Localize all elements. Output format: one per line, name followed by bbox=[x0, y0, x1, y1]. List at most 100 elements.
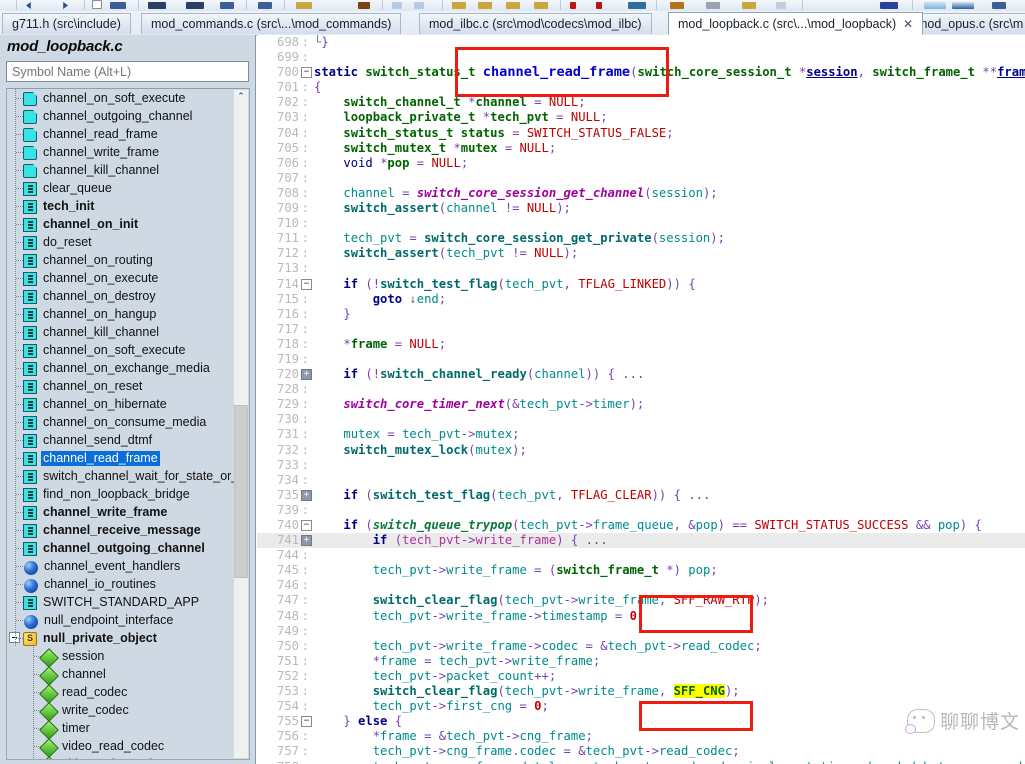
code-line[interactable]: 740− if (switch_queue_trypop(tech_pvt->f… bbox=[257, 518, 1025, 533]
symbol-item-video-read-codec[interactable]: video_read_codec bbox=[7, 737, 235, 758]
code-line[interactable]: 750: tech_pvt->write_frame->codec = &tec… bbox=[257, 639, 1025, 654]
code-line[interactable]: 751: *frame = tech_pvt->write_frame; bbox=[257, 654, 1025, 669]
fold-toggle-plus[interactable]: + bbox=[301, 535, 312, 547]
symbol-item-read-codec[interactable]: read_codec bbox=[7, 683, 235, 704]
symbol-item-null-private-object[interactable]: Snull_private_object bbox=[7, 629, 235, 647]
symbol-item-null-endpoint-interface[interactable]: null_endpoint_interface bbox=[7, 611, 235, 629]
symbol-item-channel-kill-channel[interactable]: channel_kill_channel bbox=[7, 323, 235, 341]
symbol-item-channel-read-frame[interactable]: channel_read_frame bbox=[7, 125, 235, 143]
symbol-tree-list[interactable]: channel_on_soft_execute channel_outgoing_… bbox=[7, 89, 245, 759]
redo-icon[interactable] bbox=[392, 2, 402, 9]
symbol-item-tech-init[interactable]: tech_init bbox=[7, 197, 235, 215]
symbol-item-channel-on-reset[interactable]: channel_on_reset bbox=[7, 377, 235, 395]
symbol-window-icon[interactable] bbox=[742, 2, 756, 9]
code-lines[interactable]: 698: └} 699:700− static switch_status_t cha… bbox=[257, 35, 1025, 764]
tab-g711-h[interactable]: g711.h (src\include) bbox=[2, 13, 131, 34]
bookmark-icon[interactable] bbox=[452, 2, 466, 9]
code-line[interactable]: 713: bbox=[257, 261, 1025, 276]
find-icon[interactable] bbox=[628, 2, 646, 9]
code-line[interactable]: 715: goto ↓end; bbox=[257, 292, 1025, 307]
symbol-tree-scrollbar[interactable]: ⌃ bbox=[234, 90, 248, 758]
code-line[interactable]: 718: *frame = NULL; bbox=[257, 337, 1025, 352]
code-line[interactable]: 709: switch_assert(channel != NULL); bbox=[257, 201, 1025, 216]
tab-mod-opus-c[interactable]: mod_opus.c (src\m bbox=[907, 13, 1025, 34]
replace-icon[interactable] bbox=[670, 2, 684, 9]
bookmark-next-icon[interactable] bbox=[478, 2, 492, 9]
folder-icon[interactable] bbox=[296, 2, 312, 9]
code-line[interactable]: 700− static switch_status_t channel_read_… bbox=[257, 65, 1025, 80]
symbol-item-write-codec[interactable]: write_codec bbox=[7, 701, 235, 722]
code-line[interactable]: 710: bbox=[257, 216, 1025, 231]
symbol-item-channel-on-destroy[interactable]: channel_on_destroy bbox=[7, 287, 235, 305]
code-line[interactable]: 698: └} bbox=[257, 35, 1025, 50]
file-tab-bar[interactable]: g711.h (src\include) mod_commands.c (src… bbox=[0, 11, 1025, 36]
code-line[interactable]: 735 + if (switch_test_flag(tech_pvt, TFLA… bbox=[257, 488, 1025, 503]
code-line[interactable]: 714− if (!switch_test_flag(tech_pvt, TFL… bbox=[257, 277, 1025, 292]
code-line[interactable]: 708: channel = switch_core_session_get_c… bbox=[257, 186, 1025, 201]
fold-toggle-minus[interactable]: − bbox=[301, 67, 312, 79]
tab-mod-loopback-c[interactable]: mod_loopback.c (src\...\mod_loopback) ✕ bbox=[668, 12, 924, 35]
symbol-item-channel-on-consume-media[interactable]: channel_on_consume_media bbox=[7, 413, 235, 431]
indent-icon[interactable] bbox=[414, 2, 424, 9]
compare-icon[interactable] bbox=[952, 2, 974, 9]
code-line[interactable]: 728: bbox=[257, 382, 1025, 397]
symbol-item-channel-on-hangup[interactable]: channel_on_hangup bbox=[7, 305, 235, 323]
symbol-item-channel-on-soft-execute[interactable]: channel_on_soft_execute bbox=[7, 89, 235, 107]
help-icon[interactable] bbox=[992, 2, 1006, 9]
code-line[interactable]: 734: bbox=[257, 473, 1025, 488]
symbol-item-channel-outgoing-channel[interactable]: channel_outgoing_channel bbox=[7, 107, 235, 125]
symbol-item-channel-outgoing-channel[interactable]: channel_outgoing_channel bbox=[7, 539, 235, 557]
forward-arrow-icon[interactable] bbox=[63, 2, 68, 9]
symbol-item-channel-write-frame[interactable]: channel_write_frame bbox=[7, 503, 235, 521]
new-file-icon[interactable] bbox=[92, 0, 102, 9]
code-line[interactable]: 745: tech_pvt->write_frame = (switch_fra… bbox=[257, 563, 1025, 578]
symbol-item-channel-receive-message[interactable]: channel_receive_message bbox=[7, 521, 235, 539]
code-line[interactable]: 719: bbox=[257, 352, 1025, 367]
symbol-item-channel-kill-channel[interactable]: channel_kill_channel bbox=[7, 161, 235, 179]
symbol-item-timer[interactable]: timer bbox=[7, 719, 235, 740]
code-line[interactable]: 744: bbox=[257, 548, 1025, 563]
symbol-item-channel-on-routing[interactable]: channel_on_routing bbox=[7, 251, 235, 269]
tab-mod-commands-c[interactable]: mod_commands.c (src\...\mod_commands) bbox=[141, 13, 402, 34]
code-line[interactable]: 749: bbox=[257, 624, 1025, 639]
code-line[interactable]: 717: bbox=[257, 322, 1025, 337]
zoom-icon[interactable] bbox=[776, 2, 786, 9]
code-line[interactable]: 707: bbox=[257, 171, 1025, 186]
symbol-item-channel-on-hibernate[interactable]: channel_on_hibernate bbox=[7, 395, 235, 413]
code-line[interactable]: 704: switch_status_t status = SWITCH_STA… bbox=[257, 126, 1025, 141]
search-prev-icon[interactable] bbox=[596, 2, 602, 9]
symbol-item-channel-on-execute[interactable]: channel_on_execute bbox=[7, 269, 235, 287]
save-icon[interactable] bbox=[148, 2, 166, 9]
symbol-item-channel-write-frame[interactable]: channel_write_frame bbox=[7, 143, 235, 161]
code-line[interactable]: 741 + if (tech_pvt->write_frame) { ... bbox=[257, 533, 1025, 549]
symbol-item-switch-channel-wait-for-state-or-g[interactable]: switch_channel_wait_for_state_or_g bbox=[7, 467, 245, 485]
symbol-item-session[interactable]: session bbox=[7, 647, 235, 668]
cut-icon[interactable] bbox=[258, 2, 272, 9]
code-line[interactable]: 752: tech_pvt->packet_count++; bbox=[257, 669, 1025, 684]
symbol-item-switch-standard-app[interactable]: SWITCH_STANDARD_APP bbox=[7, 593, 235, 611]
code-line[interactable]: 730: bbox=[257, 412, 1025, 427]
fold-toggle-minus[interactable]: − bbox=[301, 716, 312, 728]
symbol-item-channel-event-handlers[interactable]: channel_event_handlers bbox=[7, 557, 235, 575]
fold-toggle-minus[interactable]: − bbox=[301, 278, 312, 290]
code-line[interactable]: 720 + if (!switch_channel_ready(channel))… bbox=[257, 367, 1025, 382]
symbol-name-input[interactable] bbox=[6, 61, 249, 82]
highlight-word-icon[interactable] bbox=[924, 2, 946, 9]
symbol-item-channel-read-frame[interactable]: channel_read_frame bbox=[7, 449, 235, 467]
open-file-icon[interactable] bbox=[110, 2, 126, 9]
print-icon[interactable] bbox=[220, 2, 234, 9]
symbol-item-channel[interactable]: channel bbox=[7, 665, 235, 686]
code-line[interactable]: 706: void *pop = NULL; bbox=[257, 156, 1025, 171]
code-line[interactable]: 758: tech_pvt->cng_frame.datalen = tech_… bbox=[257, 760, 1025, 764]
symbol-item-channel-on-exchange-media[interactable]: channel_on_exchange_media bbox=[7, 359, 235, 377]
fold-toggle-minus[interactable]: − bbox=[301, 520, 312, 531]
symbol-item-do-reset[interactable]: do_reset bbox=[7, 233, 235, 251]
code-line[interactable]: 732: switch_mutex_lock(mutex); bbox=[257, 443, 1025, 458]
symbol-tree[interactable]: channel_on_soft_execute channel_outgoing_… bbox=[6, 88, 250, 760]
code-line[interactable]: 733: bbox=[257, 458, 1025, 473]
scroll-up-icon[interactable]: ⌃ bbox=[234, 90, 248, 104]
tab-close-icon[interactable]: ✕ bbox=[903, 18, 913, 30]
search-next-icon[interactable] bbox=[570, 2, 576, 9]
code-line[interactable]: 757: tech_pvt->cng_frame.codec = &tech_p… bbox=[257, 744, 1025, 759]
code-editor[interactable]: 698: └} 699:700− static switch_status_t cha… bbox=[257, 35, 1025, 764]
